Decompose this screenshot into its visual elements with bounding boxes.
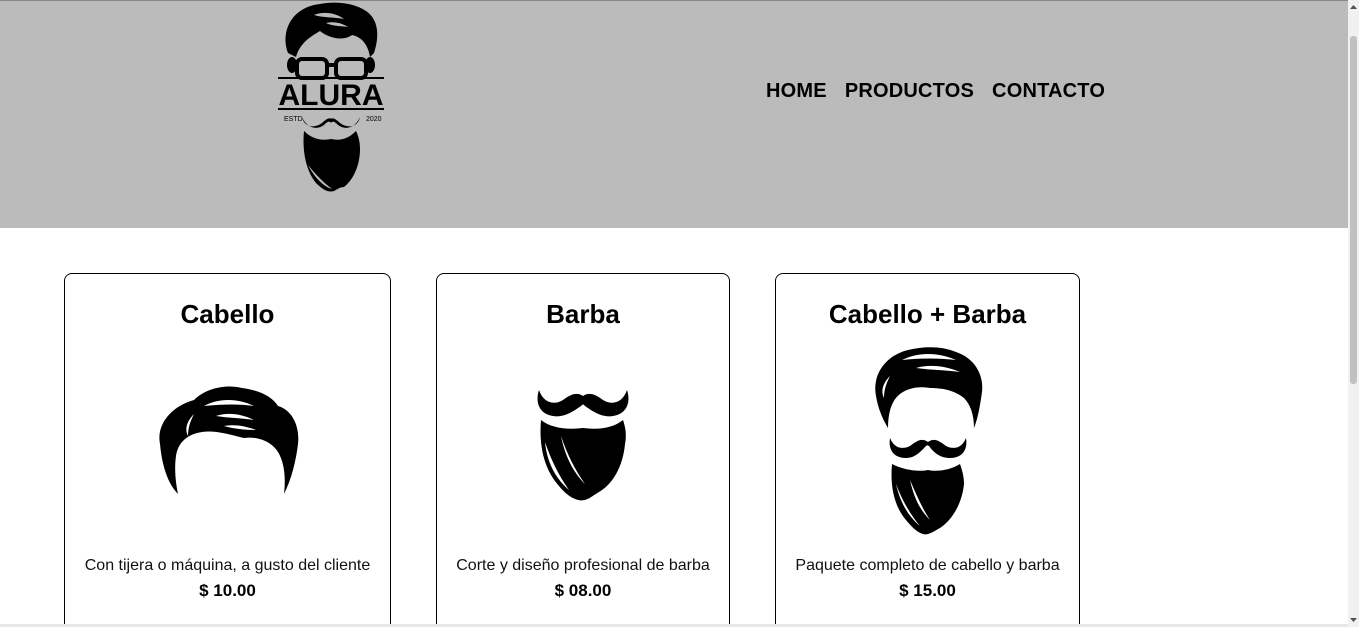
scroll-up-arrow-icon[interactable] bbox=[1349, 2, 1358, 12]
product-title: Cabello + Barba bbox=[828, 299, 1027, 329]
product-description: Con tijera o máquina, a gusto del client… bbox=[84, 557, 371, 574]
main-nav: HOME PRODUCTOS CONTACTO bbox=[766, 79, 1105, 103]
vertical-scrollbar[interactable] bbox=[1348, 0, 1359, 627]
product-card-cabello-barba[interactable]: Cabello + Barba Paquete completo de cabe… bbox=[775, 273, 1080, 627]
site-header: ALURA ESTD 2020 HOME PRODUCTOS CONTACTO bbox=[0, 0, 1348, 228]
scroll-down-arrow-icon[interactable] bbox=[1349, 615, 1358, 625]
product-description: Corte y diseño profesional de barba bbox=[456, 557, 710, 574]
logo-text: ALURA bbox=[279, 79, 384, 112]
product-price: $ 08.00 bbox=[554, 581, 612, 600]
svg-text:ESTD: ESTD bbox=[284, 116, 303, 123]
hair-and-beard-icon bbox=[776, 346, 1079, 538]
page: ALURA ESTD 2020 HOME PRODUCTOS CONTACTO … bbox=[0, 0, 1348, 627]
product-card-barba[interactable]: Barba Corte y diseño profesional de barb… bbox=[436, 273, 730, 627]
product-description: Paquete completo de cabello y barba bbox=[795, 557, 1060, 574]
hair-icon bbox=[65, 384, 390, 496]
beard-icon bbox=[437, 380, 729, 504]
site-logo[interactable]: ALURA ESTD 2020 bbox=[274, 1, 388, 197]
product-card-cabello[interactable]: Cabello Con tijera o máquina, a gusto de… bbox=[64, 273, 391, 627]
product-price: $ 10.00 bbox=[199, 581, 256, 600]
nav-home-link[interactable]: HOME bbox=[766, 79, 827, 103]
scrollbar-thumb[interactable] bbox=[1350, 36, 1357, 384]
bearded-man-logo-icon: ALURA ESTD 2020 bbox=[278, 2, 384, 192]
product-price: $ 15.00 bbox=[899, 581, 956, 600]
product-title: Cabello bbox=[180, 299, 275, 329]
product-title: Barba bbox=[546, 299, 620, 329]
nav-productos-link[interactable]: PRODUCTOS bbox=[845, 79, 974, 103]
svg-text:2020: 2020 bbox=[366, 116, 382, 123]
nav-contacto-link[interactable]: CONTACTO bbox=[992, 79, 1105, 103]
